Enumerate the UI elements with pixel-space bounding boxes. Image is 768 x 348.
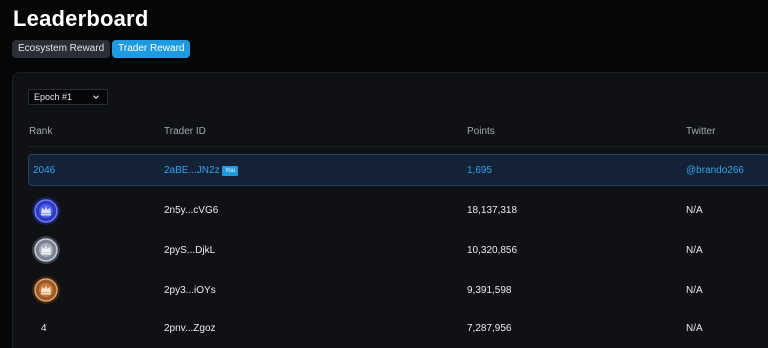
trader-id[interactable]: 2pyS...DjkL <box>164 245 215 256</box>
current-user-trader-id[interactable]: 2aBE...JN2z <box>164 165 220 176</box>
trader-id[interactable]: 2n5y...cVG6 <box>164 205 218 216</box>
trader-id[interactable]: 2py3...iOYs <box>164 285 216 296</box>
current-user-row <box>28 154 768 186</box>
column-header-twitter: Twitter <box>686 126 716 137</box>
leaderboard-page: Leaderboard Ecosystem Reward Trader Rewa… <box>0 0 768 348</box>
you-badge: You <box>222 166 239 176</box>
column-header-rank: Rank <box>29 126 53 137</box>
gold-medal-icon <box>32 197 60 225</box>
epoch-select-value: Epoch #1 <box>34 92 73 102</box>
reward-tabs: Ecosystem Reward Trader Reward <box>12 40 191 58</box>
points: 9,391,598 <box>467 285 512 296</box>
silver-medal-icon <box>32 236 60 264</box>
page-title: Leaderboard <box>13 6 149 31</box>
header-divider <box>28 146 768 147</box>
tab-ecosystem-reward[interactable]: Ecosystem Reward <box>12 40 111 58</box>
twitter: N/A <box>686 245 703 256</box>
points: 7,287,956 <box>467 323 512 334</box>
rank: 4 <box>41 323 47 334</box>
leaderboard-panel <box>12 72 768 348</box>
points: 18,137,318 <box>467 205 518 216</box>
chevron-down-icon <box>93 95 99 99</box>
tab-trader-reward[interactable]: Trader Reward <box>112 40 191 58</box>
twitter: N/A <box>686 205 703 216</box>
twitter: N/A <box>686 285 703 296</box>
trader-id[interactable]: 2pnv...Zgoz <box>164 323 216 334</box>
current-user-points: 1,695 <box>467 165 493 176</box>
twitter: N/A <box>686 323 703 334</box>
column-header-points: Points <box>467 126 495 137</box>
current-user-twitter[interactable]: @brando266 <box>686 165 744 176</box>
points: 10,320,856 <box>467 245 518 256</box>
epoch-select[interactable]: Epoch #1 <box>28 89 108 105</box>
bronze-medal-icon <box>32 276 60 304</box>
column-header-trader-id: Trader ID <box>164 126 206 137</box>
current-user-rank: 2046 <box>33 165 56 176</box>
